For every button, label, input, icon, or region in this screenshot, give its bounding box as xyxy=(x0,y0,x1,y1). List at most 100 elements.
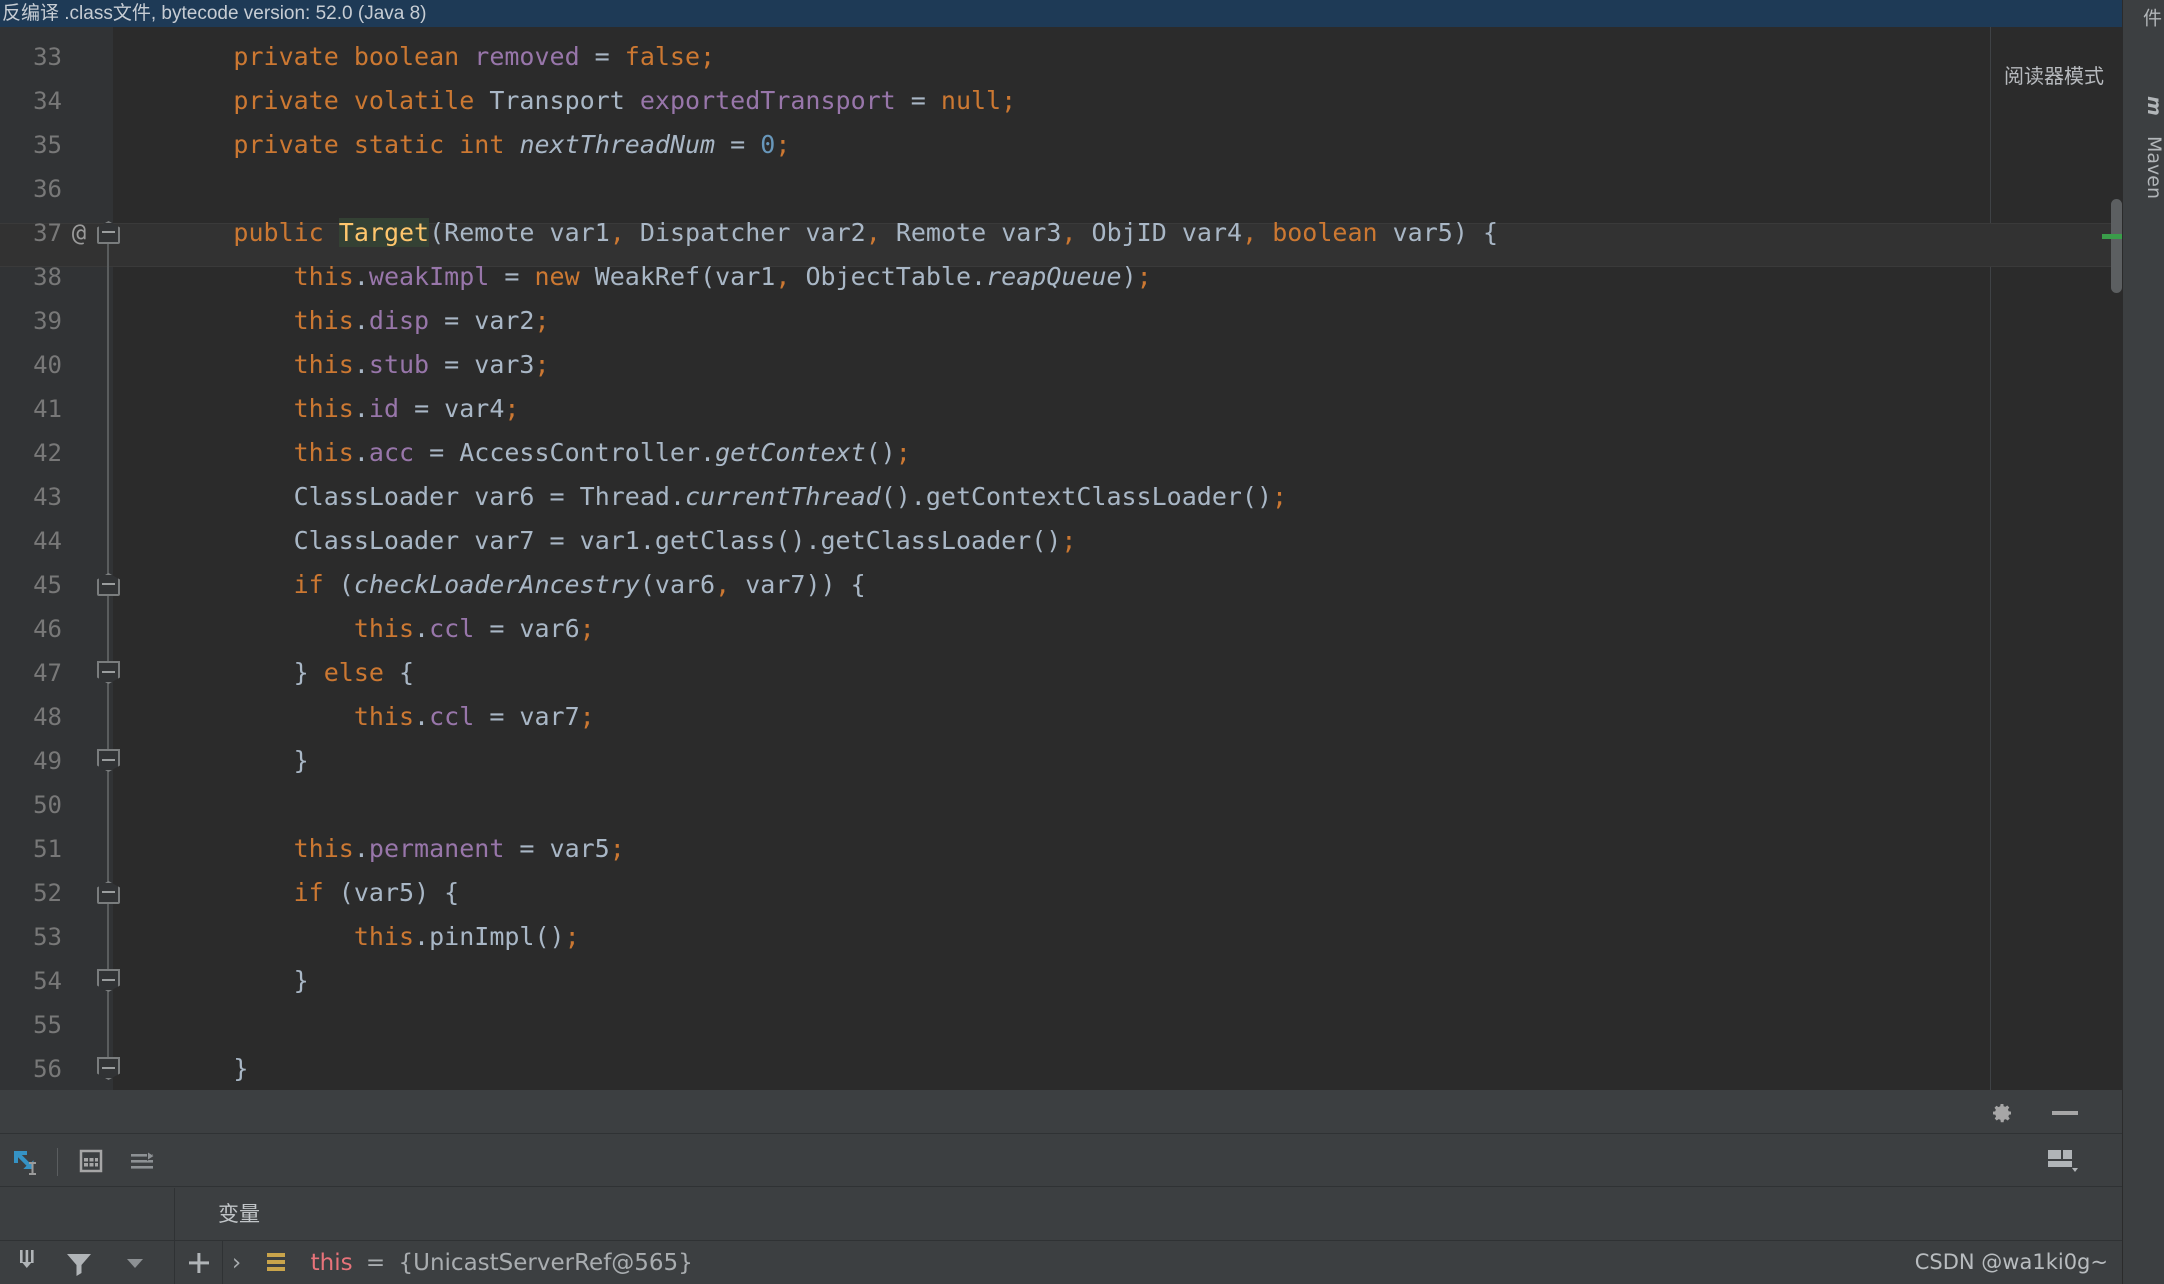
scrollbar-thumb[interactable] xyxy=(2111,199,2122,293)
code-text: private static int nextThreadNum = 0; xyxy=(233,130,791,159)
variable-equals: = xyxy=(365,1250,386,1276)
editor-area[interactable]: 33 private boolean removed = false; 34 pr… xyxy=(0,27,2122,1090)
code-line-40[interactable]: 40 this.stub = var3; xyxy=(0,343,2122,387)
code-text: this.weakImpl = new WeakRef(var1, Object… xyxy=(293,262,1152,291)
panes-divider xyxy=(0,1240,2122,1241)
line-number: 34 xyxy=(33,87,62,115)
line-number: 39 xyxy=(33,307,62,335)
reader-mode-label[interactable]: 阅读器模式 xyxy=(2004,60,2104,89)
code-line-45[interactable]: 45 if (checkLoaderAncestry(var6, var7)) … xyxy=(0,563,2122,607)
tab-variables[interactable]: 变量 xyxy=(218,1188,260,1240)
line-number: 44 xyxy=(33,527,62,555)
line-number: 40 xyxy=(33,351,62,379)
code-line-41[interactable]: 41 this.id = var4; xyxy=(0,387,2122,431)
variable-value: {UnicastServerRef@565} xyxy=(398,1250,693,1276)
code-text: ClassLoader var7 = var1.getClass().getCl… xyxy=(293,526,1077,555)
code-text: } xyxy=(113,746,309,775)
filter-icon[interactable] xyxy=(62,1246,96,1280)
step-out-icon[interactable] xyxy=(10,1246,44,1280)
line-number: 41 xyxy=(33,395,62,423)
code-line-37[interactable]: 37 @ public Target(Remote var1, Dispatche… xyxy=(0,211,2122,255)
code-line-36[interactable]: 36 xyxy=(0,167,2122,211)
line-number: 56 xyxy=(33,1055,62,1083)
code-line-34[interactable]: 34 private volatile Transport exportedTr… xyxy=(0,79,2122,123)
code-line-48[interactable]: 48 this.ccl = var7; xyxy=(0,695,2122,739)
code-text: this.acc = AccessController.getContext()… xyxy=(293,438,911,467)
gutter-annotation-icon[interactable]: @ xyxy=(66,211,92,255)
gear-icon[interactable] xyxy=(1990,1101,2014,1125)
line-number: 42 xyxy=(33,439,62,467)
code-text: if (checkLoaderAncestry(var6, var7)) { xyxy=(293,570,866,599)
frames-variables-separator xyxy=(174,1241,175,1284)
code-line-56[interactable]: 56 } xyxy=(0,1047,2122,1090)
line-number: 49 xyxy=(33,747,62,775)
code-text: if (var5) { xyxy=(293,878,460,907)
code-line-43[interactable]: 43 ClassLoader var6 = Thread.currentThre… xyxy=(0,475,2122,519)
add-watch-button[interactable] xyxy=(182,1246,216,1280)
line-number: 36 xyxy=(33,175,62,203)
debugger-tool-window: 变量 › this = {UnicastServerRef@565} xyxy=(0,1090,2122,1284)
code-text: ClassLoader var6 = Thread.currentThread(… xyxy=(293,482,1288,511)
line-number: 48 xyxy=(33,703,62,731)
code-text: private volatile Transport exportedTrans… xyxy=(233,86,1017,115)
line-number: 55 xyxy=(33,1011,62,1039)
variable-name: this xyxy=(310,1250,353,1276)
code-text: } xyxy=(113,1054,249,1083)
line-number: 33 xyxy=(33,43,62,71)
code-line-50[interactable]: 50 xyxy=(0,783,2122,827)
line-number: 47 xyxy=(33,659,62,687)
layout-settings-icon[interactable] xyxy=(2046,1147,2082,1175)
evaluate-expression-icon[interactable] xyxy=(10,1145,42,1177)
decompile-notification-banner: 反编译 .class文件, bytecode version: 52.0 (Ja… xyxy=(0,0,2164,27)
code-text: } xyxy=(113,966,309,995)
code-line-52[interactable]: 52 if (var5) { xyxy=(0,871,2122,915)
right-tool-sidebar[interactable]: 件 m Maven xyxy=(2122,0,2164,1284)
code-line-46[interactable]: 46 this.ccl = var6; xyxy=(0,607,2122,651)
editor-region: 33 private boolean removed = false; 34 pr… xyxy=(0,27,2164,1090)
code-text: } else { xyxy=(113,658,415,687)
line-number: 38 xyxy=(33,263,62,291)
code-text: this.permanent = var5; xyxy=(293,834,625,863)
code-line-44[interactable]: 44 ClassLoader var7 = var1.getClass().ge… xyxy=(0,519,2122,563)
sidebar-tab-1[interactable]: m xyxy=(2123,88,2164,116)
line-number: 51 xyxy=(33,835,62,863)
toolbar-separator xyxy=(57,1148,58,1176)
line-number: 45 xyxy=(33,571,62,599)
code-text: this.pinImpl(); xyxy=(353,922,580,951)
line-number: 52 xyxy=(33,879,62,907)
code-text: public Target(Remote var1, Dispatcher va… xyxy=(233,218,1498,247)
sort-values-icon[interactable] xyxy=(127,1145,159,1177)
code-line-54[interactable]: 54 } xyxy=(0,959,2122,1003)
add-watch-separator xyxy=(222,1241,223,1284)
code-line-42[interactable]: 42 this.acc = AccessController.getContex… xyxy=(0,431,2122,475)
more-options-icon[interactable] xyxy=(118,1246,152,1280)
code-line-53[interactable]: 53 this.pinImpl(); xyxy=(0,915,2122,959)
stack-frame-icon xyxy=(265,1249,293,1271)
code-line-33[interactable]: 33 private boolean removed = false; xyxy=(0,35,2122,79)
csdn-watermark: CSDN @wa1ki0g~ xyxy=(1914,1250,2108,1274)
code-text: this.id = var4; xyxy=(293,394,520,423)
code-line-47[interactable]: 47 } else { xyxy=(0,651,2122,695)
line-number: 50 xyxy=(33,791,62,819)
debugger-toolbar xyxy=(0,1135,2122,1187)
view-as-table-icon[interactable] xyxy=(75,1145,107,1177)
sidebar-tab-maven[interactable]: Maven xyxy=(2123,128,2164,199)
code-line-35[interactable]: 35 private static int nextThreadNum = 0; xyxy=(0,123,2122,167)
sidebar-tab-0[interactable]: 件 xyxy=(2123,0,2164,27)
code-line-39[interactable]: 39 this.disp = var2; xyxy=(0,299,2122,343)
code-line-51[interactable]: 51 this.permanent = var5; xyxy=(0,827,2122,871)
code-text: this.ccl = var7; xyxy=(353,702,595,731)
debugger-panes: 变量 › this = {UnicastServerRef@565} xyxy=(0,1188,2122,1284)
line-number: 54 xyxy=(33,967,62,995)
minimize-icon[interactable] xyxy=(2052,1111,2078,1115)
code-line-55[interactable]: 55 xyxy=(0,1003,2122,1047)
code-text: this.ccl = var6; xyxy=(353,614,595,643)
variable-row-this[interactable]: › this = {UnicastServerRef@565} xyxy=(232,1246,693,1280)
line-number: 35 xyxy=(33,131,62,159)
expand-chevron-icon[interactable]: › xyxy=(232,1246,258,1280)
code-line-38[interactable]: 38 this.weakImpl = new WeakRef(var1, Obj… xyxy=(0,255,2122,299)
code-text: this.stub = var3; xyxy=(293,350,550,379)
code-line-49[interactable]: 49 } xyxy=(0,739,2122,783)
editor-vertical-scrollbar[interactable] xyxy=(2102,54,2128,1090)
line-number: 37 xyxy=(33,219,62,247)
